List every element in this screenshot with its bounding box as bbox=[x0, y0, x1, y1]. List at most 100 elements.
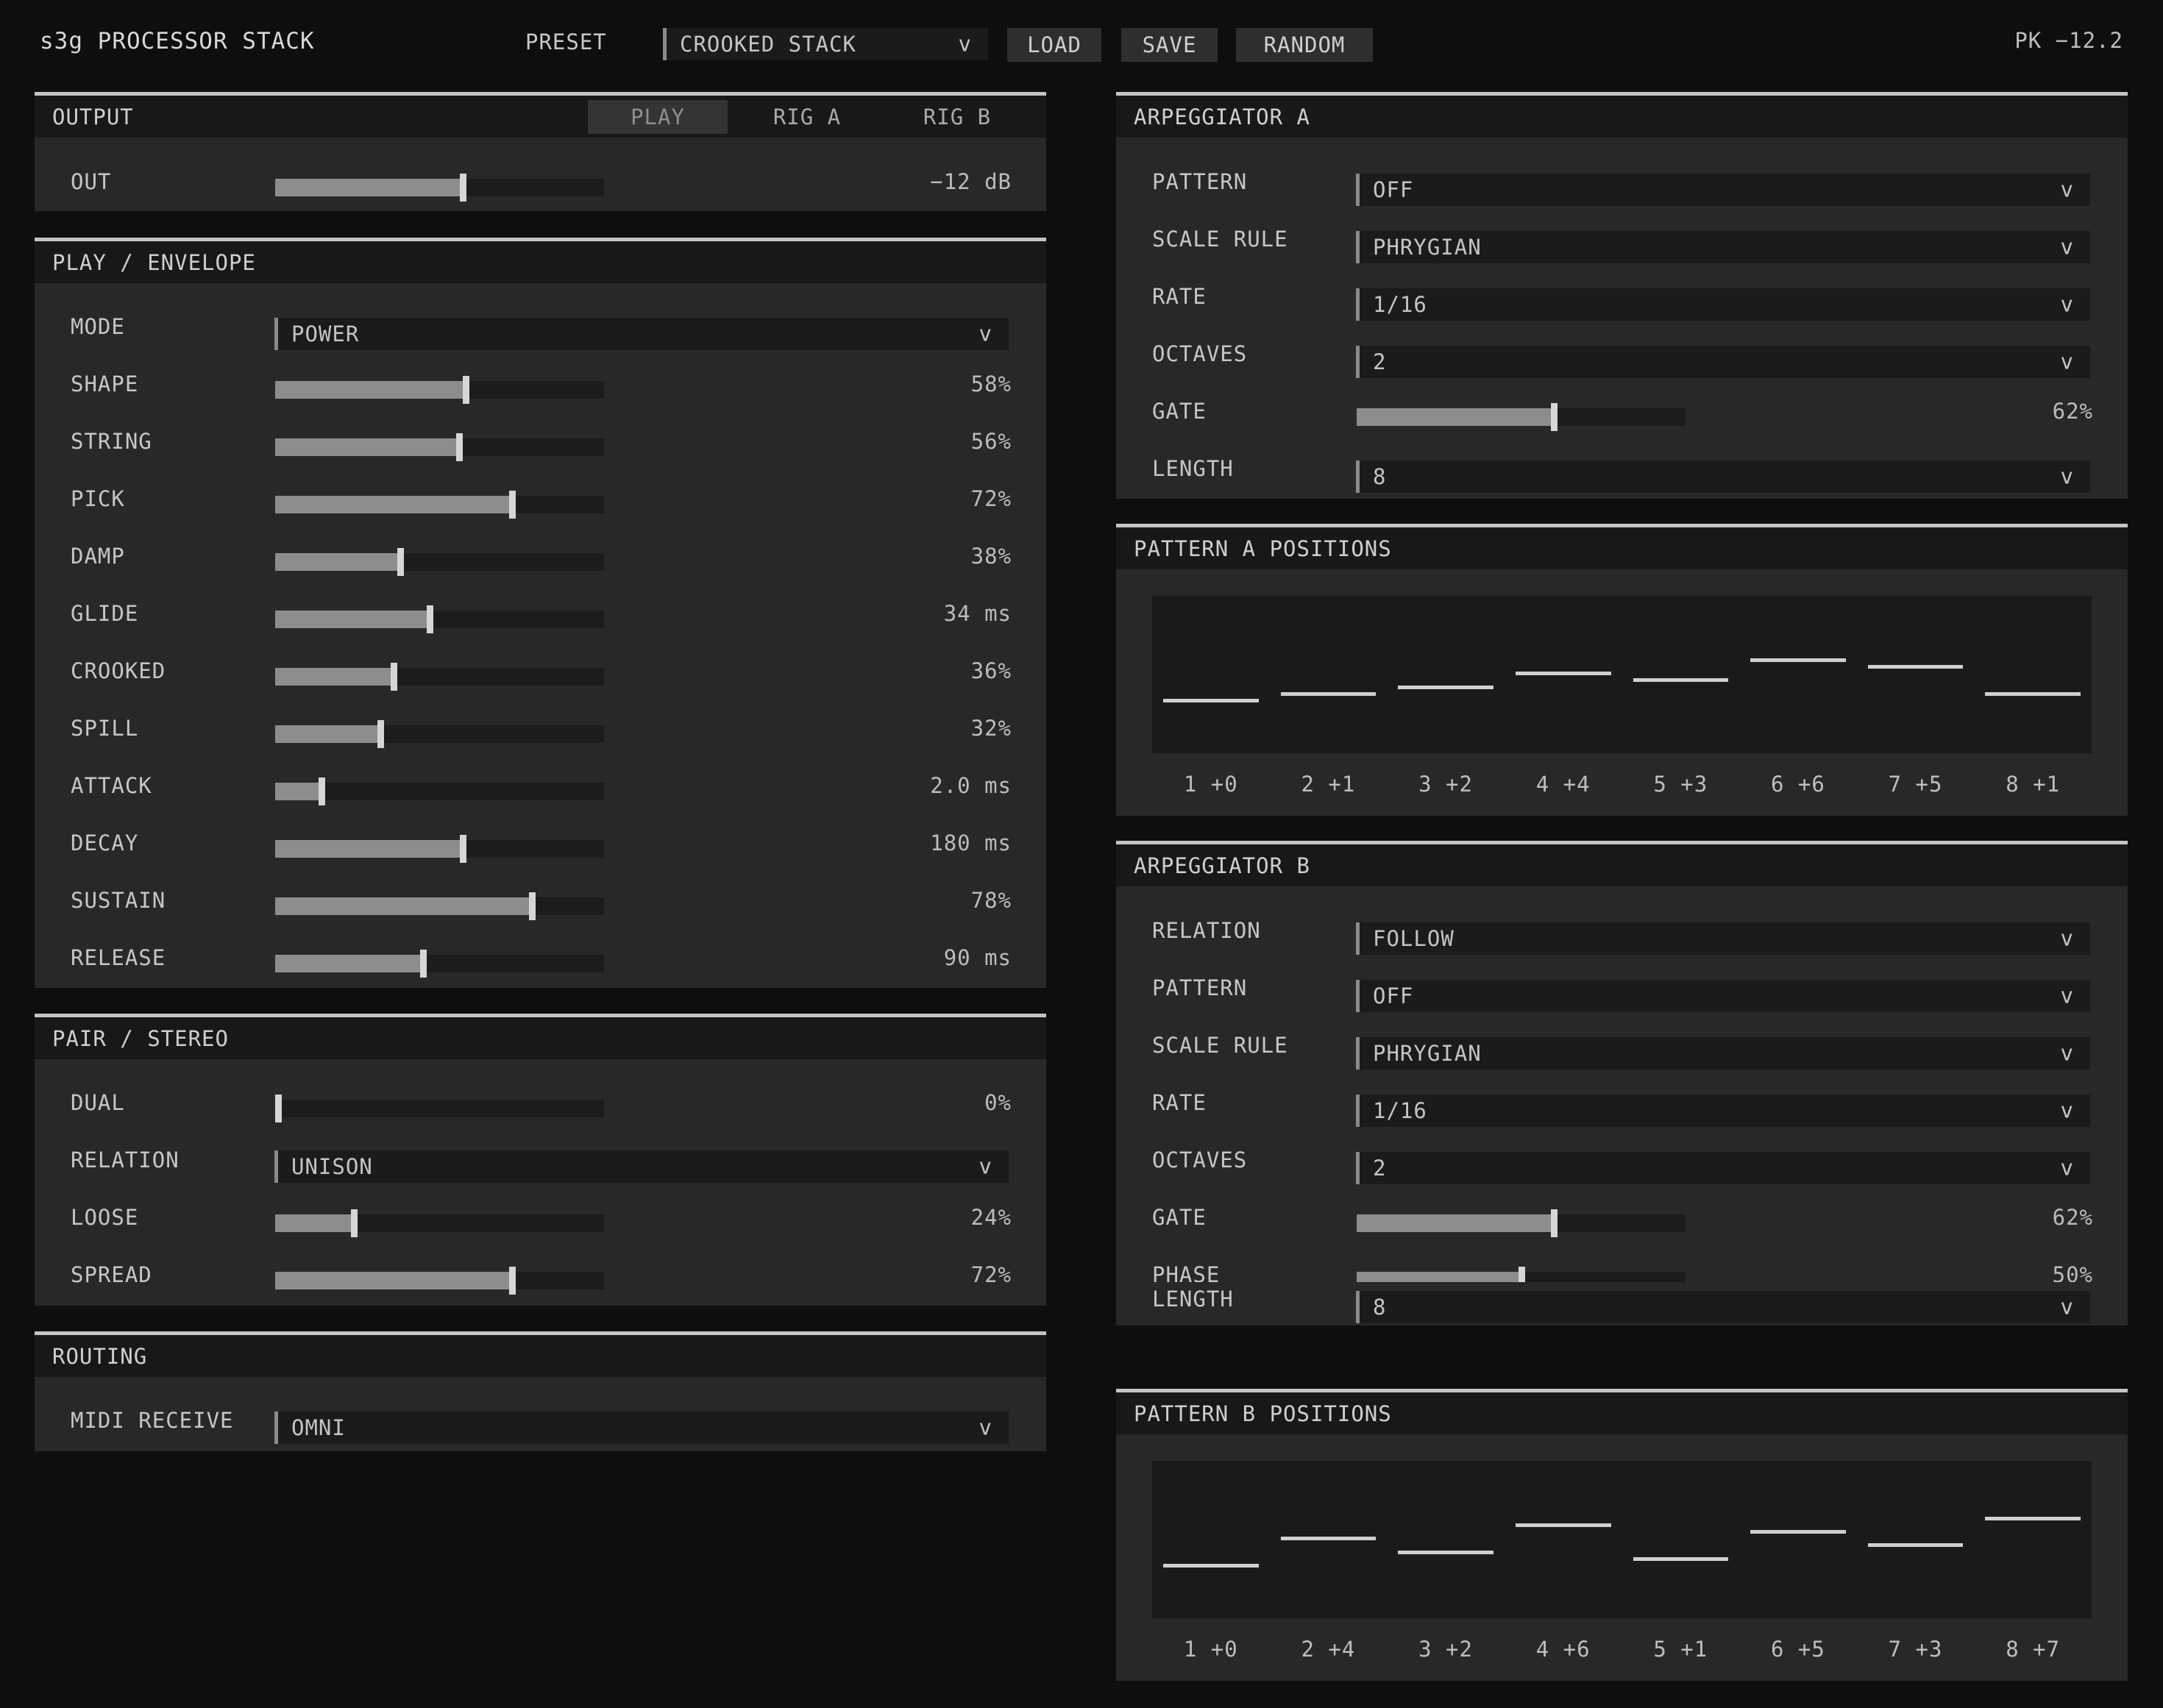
arp-a-gate-slider[interactable] bbox=[1357, 403, 1686, 431]
arp-b-length-dropdown[interactable]: 8 v bbox=[1356, 1291, 2090, 1323]
decay-slider[interactable] bbox=[275, 835, 604, 863]
pattern-step-bar[interactable] bbox=[1985, 1516, 2081, 1520]
arp-b-gate-value: 62% bbox=[2052, 1205, 2093, 1230]
pattern-step-bar[interactable] bbox=[1163, 699, 1259, 702]
preset-label: PRESET bbox=[525, 29, 607, 54]
mode-dropdown[interactable]: POWER v bbox=[274, 318, 1009, 350]
arp-a-rate-value: 1/16 bbox=[1373, 292, 1427, 317]
tab-rig-b[interactable]: RIG B bbox=[887, 100, 1027, 134]
slider-fill bbox=[275, 1272, 512, 1289]
pattern-step-bar[interactable] bbox=[1280, 1537, 1377, 1541]
pattern-step-bar[interactable] bbox=[1633, 1556, 1729, 1561]
pair-stereo-title: PAIR / STEREO bbox=[35, 1017, 1046, 1059]
slider-fill bbox=[275, 955, 423, 972]
sustain-slider[interactable] bbox=[275, 892, 604, 920]
out-value: −12 dB bbox=[930, 169, 1012, 194]
slider-thumb[interactable] bbox=[529, 892, 536, 920]
slider-thumb[interactable] bbox=[275, 1095, 282, 1122]
midi-receive-dropdown[interactable]: OMNI v bbox=[274, 1412, 1009, 1444]
arp-b-relation-dropdown[interactable]: FOLLOW v bbox=[1356, 922, 2090, 955]
pattern-step-bar[interactable] bbox=[1867, 1543, 1964, 1548]
relation-dropdown[interactable]: UNISON v bbox=[274, 1150, 1009, 1183]
arp-a-scale-dropdown[interactable]: PHRYGIAN v bbox=[1356, 231, 2090, 263]
tab-rig-a[interactable]: RIG A bbox=[737, 100, 877, 134]
pattern-b-step-display[interactable] bbox=[1152, 1461, 2092, 1618]
arp-a-pattern-dropdown[interactable]: OFF v bbox=[1356, 174, 2090, 206]
slider-thumb[interactable] bbox=[509, 1267, 516, 1295]
random-button[interactable]: RANDOM bbox=[1236, 28, 1373, 62]
pattern-step-bar[interactable] bbox=[1515, 672, 1611, 676]
mode-label: MODE bbox=[71, 314, 125, 339]
slider-thumb[interactable] bbox=[427, 605, 433, 633]
slider-thumb[interactable] bbox=[463, 376, 469, 404]
pair-title: PAIR / STEREO bbox=[52, 1025, 229, 1051]
pattern-step-label: 2 +1 bbox=[1301, 772, 1356, 797]
slider-thumb[interactable] bbox=[509, 491, 516, 519]
spill-slider[interactable] bbox=[275, 720, 604, 748]
spread-slider[interactable] bbox=[275, 1267, 604, 1295]
pattern-a-title-text: PATTERN A POSITIONS bbox=[1134, 535, 1392, 561]
slider-thumb[interactable] bbox=[1551, 1209, 1558, 1237]
spill-label: SPILL bbox=[71, 716, 139, 741]
arp-b-rate-dropdown[interactable]: 1/16 v bbox=[1356, 1095, 2090, 1127]
dual-slider[interactable] bbox=[275, 1095, 604, 1122]
loose-value: 24% bbox=[970, 1205, 1012, 1230]
shape-slider[interactable] bbox=[275, 376, 604, 404]
arp-b-pattern-dropdown[interactable]: OFF v bbox=[1356, 980, 2090, 1012]
loose-slider[interactable] bbox=[275, 1209, 604, 1237]
chevron-down-icon: v bbox=[2060, 1040, 2074, 1066]
slider-fill bbox=[275, 553, 400, 571]
chevron-down-icon: v bbox=[2060, 349, 2074, 374]
slider-thumb[interactable] bbox=[460, 835, 466, 863]
slider-thumb[interactable] bbox=[397, 548, 404, 576]
tab-play[interactable]: PLAY bbox=[588, 100, 728, 134]
arp-b-octaves-dropdown[interactable]: 2 v bbox=[1356, 1152, 2090, 1184]
pattern-step-bar[interactable] bbox=[1398, 685, 1494, 689]
out-slider[interactable] bbox=[275, 174, 604, 202]
arp-a-rate-dropdown[interactable]: 1/16 v bbox=[1356, 288, 2090, 321]
arp-b-gate-label: GATE bbox=[1152, 1205, 1207, 1230]
arp-a-octaves-dropdown[interactable]: 2 v bbox=[1356, 346, 2090, 378]
pattern-step-bar[interactable] bbox=[1280, 691, 1377, 696]
arp-b-gate-slider[interactable] bbox=[1357, 1209, 1686, 1237]
slider-thumb[interactable] bbox=[420, 950, 427, 978]
arp-a-length-dropdown[interactable]: 8 v bbox=[1356, 460, 2090, 493]
pattern-step-label: 8 +7 bbox=[2006, 1637, 2061, 1662]
slider-thumb[interactable] bbox=[391, 663, 397, 691]
dual-label: DUAL bbox=[71, 1090, 125, 1115]
peak-readout: PK −12.2 bbox=[2014, 28, 2123, 53]
pick-slider[interactable] bbox=[275, 491, 604, 519]
save-button[interactable]: SAVE bbox=[1121, 28, 1218, 62]
pattern-a-step-display[interactable] bbox=[1152, 596, 2092, 753]
pattern-a-title: PATTERN A POSITIONS bbox=[1116, 527, 2128, 569]
pattern-step-bar[interactable] bbox=[1398, 1550, 1494, 1554]
string-slider[interactable] bbox=[275, 433, 604, 461]
pattern-step-bar[interactable] bbox=[1985, 691, 2081, 696]
glide-slider[interactable] bbox=[275, 605, 604, 633]
slider-thumb[interactable] bbox=[377, 720, 384, 748]
pattern-step-bar[interactable] bbox=[1633, 678, 1729, 683]
preset-dropdown[interactable]: CROOKED STACK v bbox=[663, 28, 988, 60]
load-button[interactable]: LOAD bbox=[1007, 28, 1101, 62]
pattern-step-bar[interactable] bbox=[1163, 1564, 1259, 1568]
slider-thumb[interactable] bbox=[460, 174, 466, 202]
decay-label: DECAY bbox=[71, 830, 139, 855]
attack-value: 2.0 ms bbox=[930, 773, 1012, 798]
pattern-step-bar[interactable] bbox=[1750, 658, 1846, 662]
pattern-step-label: 4 +6 bbox=[1535, 1637, 1591, 1662]
attack-slider[interactable] bbox=[275, 778, 604, 805]
pattern-step-bar[interactable] bbox=[1515, 1523, 1611, 1527]
slider-thumb[interactable] bbox=[456, 433, 463, 461]
slider-thumb[interactable] bbox=[319, 778, 325, 805]
arp-b-scale-dropdown[interactable]: PHRYGIAN v bbox=[1356, 1037, 2090, 1070]
arp-b-scale-value: PHRYGIAN bbox=[1373, 1041, 1482, 1066]
pattern-step-bar[interactable] bbox=[1750, 1530, 1846, 1534]
slider-thumb[interactable] bbox=[351, 1209, 358, 1237]
slider-thumb[interactable] bbox=[1551, 403, 1558, 431]
pattern-step-label: 6 +5 bbox=[1771, 1637, 1825, 1662]
routing-panel: ROUTING MIDI RECEIVE OMNI v bbox=[35, 1331, 1046, 1451]
release-slider[interactable] bbox=[275, 950, 604, 978]
damp-slider[interactable] bbox=[275, 548, 604, 576]
pattern-step-bar[interactable] bbox=[1867, 665, 1964, 669]
crooked-slider[interactable] bbox=[275, 663, 604, 691]
